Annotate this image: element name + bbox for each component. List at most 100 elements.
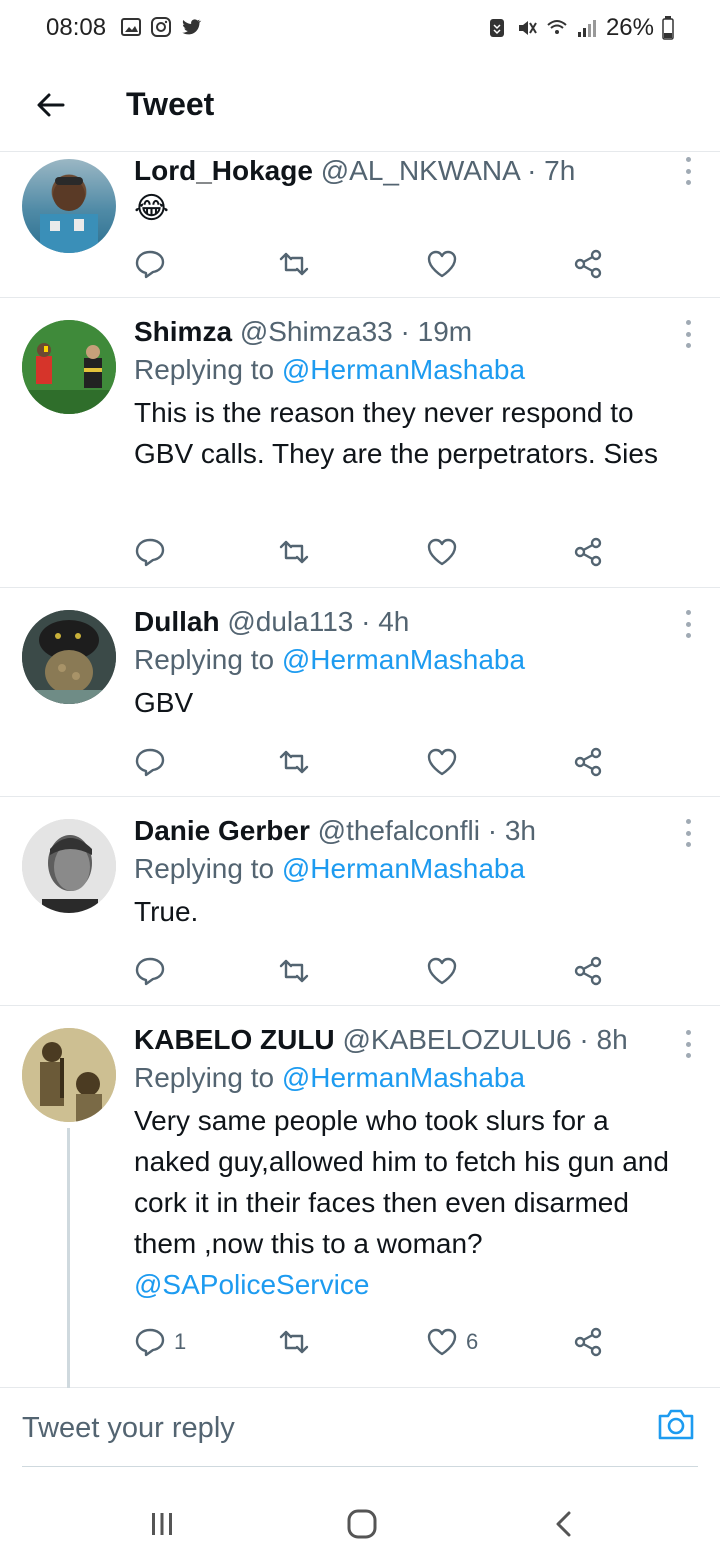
tweet[interactable]: Lord_Hokage @AL_NKWANA · 7h 😂 [0,153,720,298]
status-bar: 08:08 26% [0,0,720,58]
avatar[interactable] [22,610,116,704]
tweet-text: True. [134,896,199,927]
recent-apps-button[interactable] [142,1504,182,1544]
avatar[interactable] [22,819,116,913]
replying-to-mention[interactable]: @HermanMashaba [282,644,525,675]
replying-to-label: Replying to [134,853,275,884]
battery-percent: 26% [605,14,654,41]
replying-to-label: Replying to [134,354,275,385]
wifi-icon [547,20,567,34]
tweet-text: 😂 [134,192,170,225]
like-button[interactable]: 6 [426,1322,478,1362]
avatar-image [22,1028,116,1122]
replying-to: Replying to @HermanMashaba [134,849,670,889]
mute-icon [518,21,537,35]
heart-icon [427,957,457,985]
avatar[interactable] [22,1028,116,1122]
more-options-icon[interactable] [682,819,694,847]
share-button[interactable] [572,742,604,782]
like-button[interactable] [426,742,466,782]
back-button[interactable] [30,84,72,126]
avatar[interactable] [22,159,116,253]
tweet-time: 7h [544,155,576,186]
tweet[interactable]: Shimza @Shimza33 · 19m Replying to @Herm… [0,298,720,588]
replying-to-mention[interactable]: @HermanMashaba [282,853,525,884]
more-options-icon[interactable] [682,610,694,638]
reply-button[interactable] [134,244,174,284]
author-name[interactable]: KABELO ZULU [134,1024,335,1055]
separator-dot: · [400,316,410,347]
reply-count: 1 [174,1329,187,1354]
tweet[interactable]: Danie Gerber @thefalconfli · 3h Replying… [0,797,720,1006]
retweet-icon [279,252,309,276]
author-name[interactable]: Dullah [134,606,220,637]
reply-button[interactable] [134,951,174,991]
signal-icon [577,20,596,37]
like-button[interactable] [426,244,466,284]
avatar[interactable] [22,320,116,414]
share-button[interactable] [572,532,604,572]
more-options-icon[interactable] [682,157,694,185]
author-handle[interactable]: @AL_NKWANA [321,155,520,186]
nfc-icon [489,19,504,37]
thread-line [67,1128,70,1388]
status-time: 08:08 [46,14,107,41]
author-handle[interactable]: @KABELOZULU6 [342,1024,571,1055]
heart-icon [427,748,457,776]
home-button[interactable] [342,1504,382,1544]
author-handle[interactable]: @dula113 [227,606,353,637]
tweet-actions [134,742,634,782]
share-button[interactable] [572,1322,604,1362]
like-button[interactable] [426,951,466,991]
retweet-button[interactable] [278,532,310,572]
reply-icon [135,1328,165,1357]
tweet[interactable]: KABELO ZULU @KABELOZULU6 · 8h Replying t… [0,1006,720,1388]
back-nav-button[interactable] [544,1504,584,1544]
replying-to: Replying to @HermanMashaba [134,350,670,390]
like-button[interactable] [426,532,466,572]
reply-button[interactable]: 1 [134,1322,186,1362]
reply-input[interactable]: Tweet your reply [22,1412,235,1445]
share-button[interactable] [572,244,604,284]
author-handle[interactable]: @Shimza33 [240,316,393,347]
avatar-image [22,610,116,704]
more-options-icon[interactable] [682,1030,694,1058]
author-name[interactable]: Lord_Hokage [134,155,313,186]
battery-icon [662,16,674,40]
reply-icon [135,250,165,279]
author-handle[interactable]: @thefalconfli [318,815,480,846]
tweet-time: 8h [596,1024,628,1055]
reply-composer: Tweet your reply [0,1388,720,1468]
share-button[interactable] [572,951,604,991]
author-name[interactable]: Danie Gerber [134,815,310,846]
camera-icon [658,1409,694,1440]
tweet-actions [134,532,634,572]
retweet-icon [279,750,309,774]
retweet-button[interactable] [278,742,310,782]
reply-button[interactable] [134,532,174,572]
retweet-button[interactable] [278,244,310,284]
tweet-text: GBV [134,687,194,718]
retweet-button[interactable] [278,951,310,991]
more-options-icon[interactable] [682,320,694,348]
chevron-left-icon [556,1511,571,1537]
replying-to-mention[interactable]: @HermanMashaba [282,1062,525,1093]
replying-to-mention[interactable]: @HermanMashaba [282,354,525,385]
avatar-image [40,177,98,253]
top-app-bar: Tweet [0,58,720,152]
share-icon [574,747,602,777]
tweet-mention-link[interactable]: @SAPoliceService [134,1269,369,1300]
camera-button[interactable] [656,1404,696,1444]
share-icon [574,1327,602,1357]
tweet-header: Lord_Hokage @AL_NKWANA · 7h [134,153,670,189]
twitter-icon [182,19,202,35]
reply-icon [135,748,165,777]
heart-icon [427,250,457,278]
gallery-icon [121,18,141,36]
tweet[interactable]: Dullah @dula113 · 4h Replying to @Herman… [0,588,720,797]
reply-button[interactable] [134,742,174,782]
author-name[interactable]: Shimza [134,316,232,347]
retweet-button[interactable] [278,1322,310,1362]
retweet-icon [279,1330,309,1354]
tweet-header: KABELO ZULU @KABELOZULU6 · 8h [134,1022,670,1058]
